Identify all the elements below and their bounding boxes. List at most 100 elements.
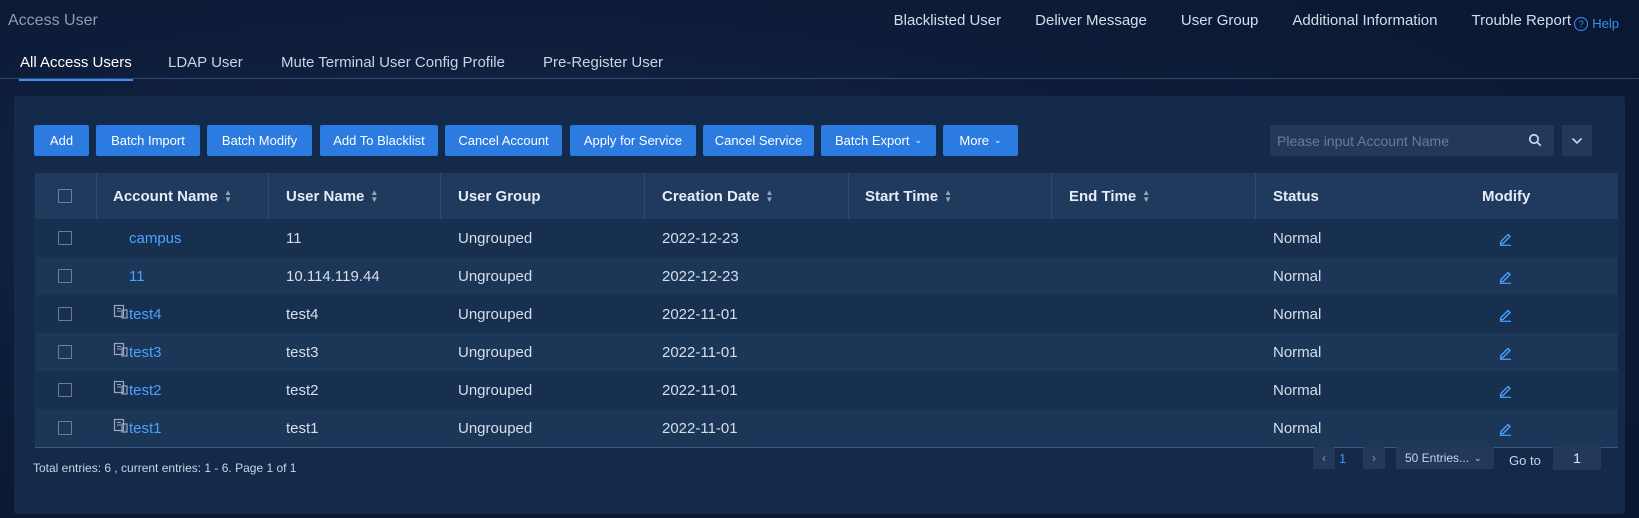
account-name-link[interactable]: test4 [129,306,162,323]
row-checkbox[interactable] [58,307,72,321]
row-select-cell [58,219,72,257]
row-checkbox[interactable] [58,269,72,283]
table-body: campus 11 Ungrouped 2022-12-23 Normal 11 10.11… [35,219,1618,447]
created-cell: 2022-12-23 [662,229,739,247]
next-page-button[interactable]: › [1363,447,1385,469]
help-link[interactable]: ? Help [1574,16,1619,31]
account-name-link[interactable]: test3 [129,344,162,361]
cancel-account-button[interactable]: Cancel Account [445,125,562,156]
group-cell: Ungrouped [458,343,533,361]
add-button[interactable]: Add [34,125,89,156]
more-label: More [959,133,990,148]
access-users-table: Account Name ▲ ▼ User Name ▲ ▼ User Group … [35,173,1618,448]
help-label: Help [1592,16,1619,31]
table-row: test1 test1 Ungrouped 2022-11-01 Normal [35,409,1618,447]
table-row: test2 test2 Ungrouped 2022-11-01 Normal [35,371,1618,409]
row-select-cell [58,295,72,333]
page-size-label: 50 Entries... [1405,451,1470,465]
created-cell: 2022-11-01 [662,343,738,361]
status-cell: Normal [1273,267,1322,285]
modify-cell [1498,219,1513,257]
chevron-down-icon: ⌄ [994,135,1002,145]
header-start-time[interactable]: Start Time ▲ ▼ [865,173,952,219]
account-name-link[interactable]: test2 [129,382,162,399]
sort-icon: ▲ ▼ [944,188,953,204]
edit-icon[interactable] [1498,231,1513,246]
nav-additional-information[interactable]: Additional Information [1292,12,1437,29]
user-type-icon-slot [113,418,129,438]
batch-import-button[interactable]: Batch Import [96,125,200,156]
nav-blacklisted-user[interactable]: Blacklisted User [894,12,1002,29]
row-select-cell [58,371,72,409]
header-creation-date[interactable]: Creation Date ▲ ▼ [662,173,773,219]
page-number[interactable]: 1 [1339,451,1346,466]
more-dropdown[interactable]: More ⌄ [943,125,1018,156]
user-type-icon-slot [113,380,129,400]
header-status: Status [1273,173,1319,219]
page-size-select[interactable]: 50 Entries... ⌄ [1396,447,1494,469]
header-account-name-label: Account Name [113,187,219,205]
user-cell: test4 [286,305,319,323]
status-cell: Normal [1273,229,1322,247]
header-user-name-label: User Name [286,187,365,205]
edit-icon[interactable] [1498,383,1513,398]
select-all-cell [58,173,72,219]
account-name-link[interactable]: test1 [129,420,162,437]
header-account-name[interactable]: Account Name ▲ ▼ [113,173,232,219]
edit-icon[interactable] [1498,269,1513,284]
account-name-link[interactable]: 11 [129,268,145,285]
search-icon[interactable] [1528,133,1542,147]
modify-cell [1498,257,1513,295]
goto-page-input[interactable] [1553,446,1601,470]
group-cell: Ungrouped [458,267,533,285]
user-type-icon-slot [113,342,129,362]
nav-user-group[interactable]: User Group [1181,12,1259,29]
account-name-link[interactable]: campus [129,230,182,247]
prev-page-button[interactable]: ‹ [1313,447,1335,469]
apply-for-service-button[interactable]: Apply for Service [570,125,696,156]
table-row: 11 10.114.119.44 Ungrouped 2022-12-23 Normal [35,257,1618,295]
edit-icon[interactable] [1498,421,1513,436]
terminal-user-icon [113,342,128,357]
edit-icon[interactable] [1498,345,1513,360]
expand-filter-button[interactable] [1562,125,1592,156]
cancel-service-button[interactable]: Cancel Service [703,125,814,156]
chevron-down-icon: ⌄ [914,135,922,145]
goto-label: Go to [1509,453,1541,468]
account-search-input[interactable] [1270,125,1517,156]
created-cell: 2022-11-01 [662,419,738,437]
header-status-label: Status [1273,187,1319,205]
tab-all-access-users[interactable]: All Access Users [19,54,133,81]
tab-mute-terminal-user-config-profile[interactable]: Mute Terminal User Config Profile [281,54,505,79]
batch-modify-button[interactable]: Batch Modify [207,125,312,156]
add-to-blacklist-button[interactable]: Add To Blacklist [320,125,438,156]
tab-ldap-user[interactable]: LDAP User [168,54,243,79]
batch-export-dropdown[interactable]: Batch Export ⌄ [821,125,936,156]
edit-icon[interactable] [1498,307,1513,322]
nav-deliver-message[interactable]: Deliver Message [1035,12,1147,29]
user-type-icon-slot [113,304,129,324]
row-checkbox[interactable] [58,421,72,435]
row-checkbox[interactable] [58,383,72,397]
select-all-checkbox[interactable] [58,189,72,203]
account-name-cell: test3 [113,333,162,371]
row-checkbox[interactable] [58,231,72,245]
chevron-right-icon: › [1372,451,1376,465]
tab-pre-register-user[interactable]: Pre-Register User [543,54,663,79]
column-divider [1255,173,1256,219]
modify-cell [1498,333,1513,371]
status-cell: Normal [1273,343,1322,361]
nav-trouble-report[interactable]: Trouble Report [1472,12,1572,29]
header-end-time[interactable]: End Time ▲ ▼ [1069,173,1150,219]
row-select-cell [58,257,72,295]
column-divider [268,173,269,219]
row-checkbox[interactable] [58,345,72,359]
column-divider [644,173,645,219]
user-cell: test1 [286,419,319,437]
group-cell: Ungrouped [458,305,533,323]
header-user-name[interactable]: User Name ▲ ▼ [286,173,378,219]
top-nav: Blacklisted User Deliver Message User Gr… [894,12,1571,29]
created-cell: 2022-11-01 [662,381,738,399]
status-cell: Normal [1273,381,1322,399]
table-header: Account Name ▲ ▼ User Name ▲ ▼ User Group … [35,173,1618,219]
